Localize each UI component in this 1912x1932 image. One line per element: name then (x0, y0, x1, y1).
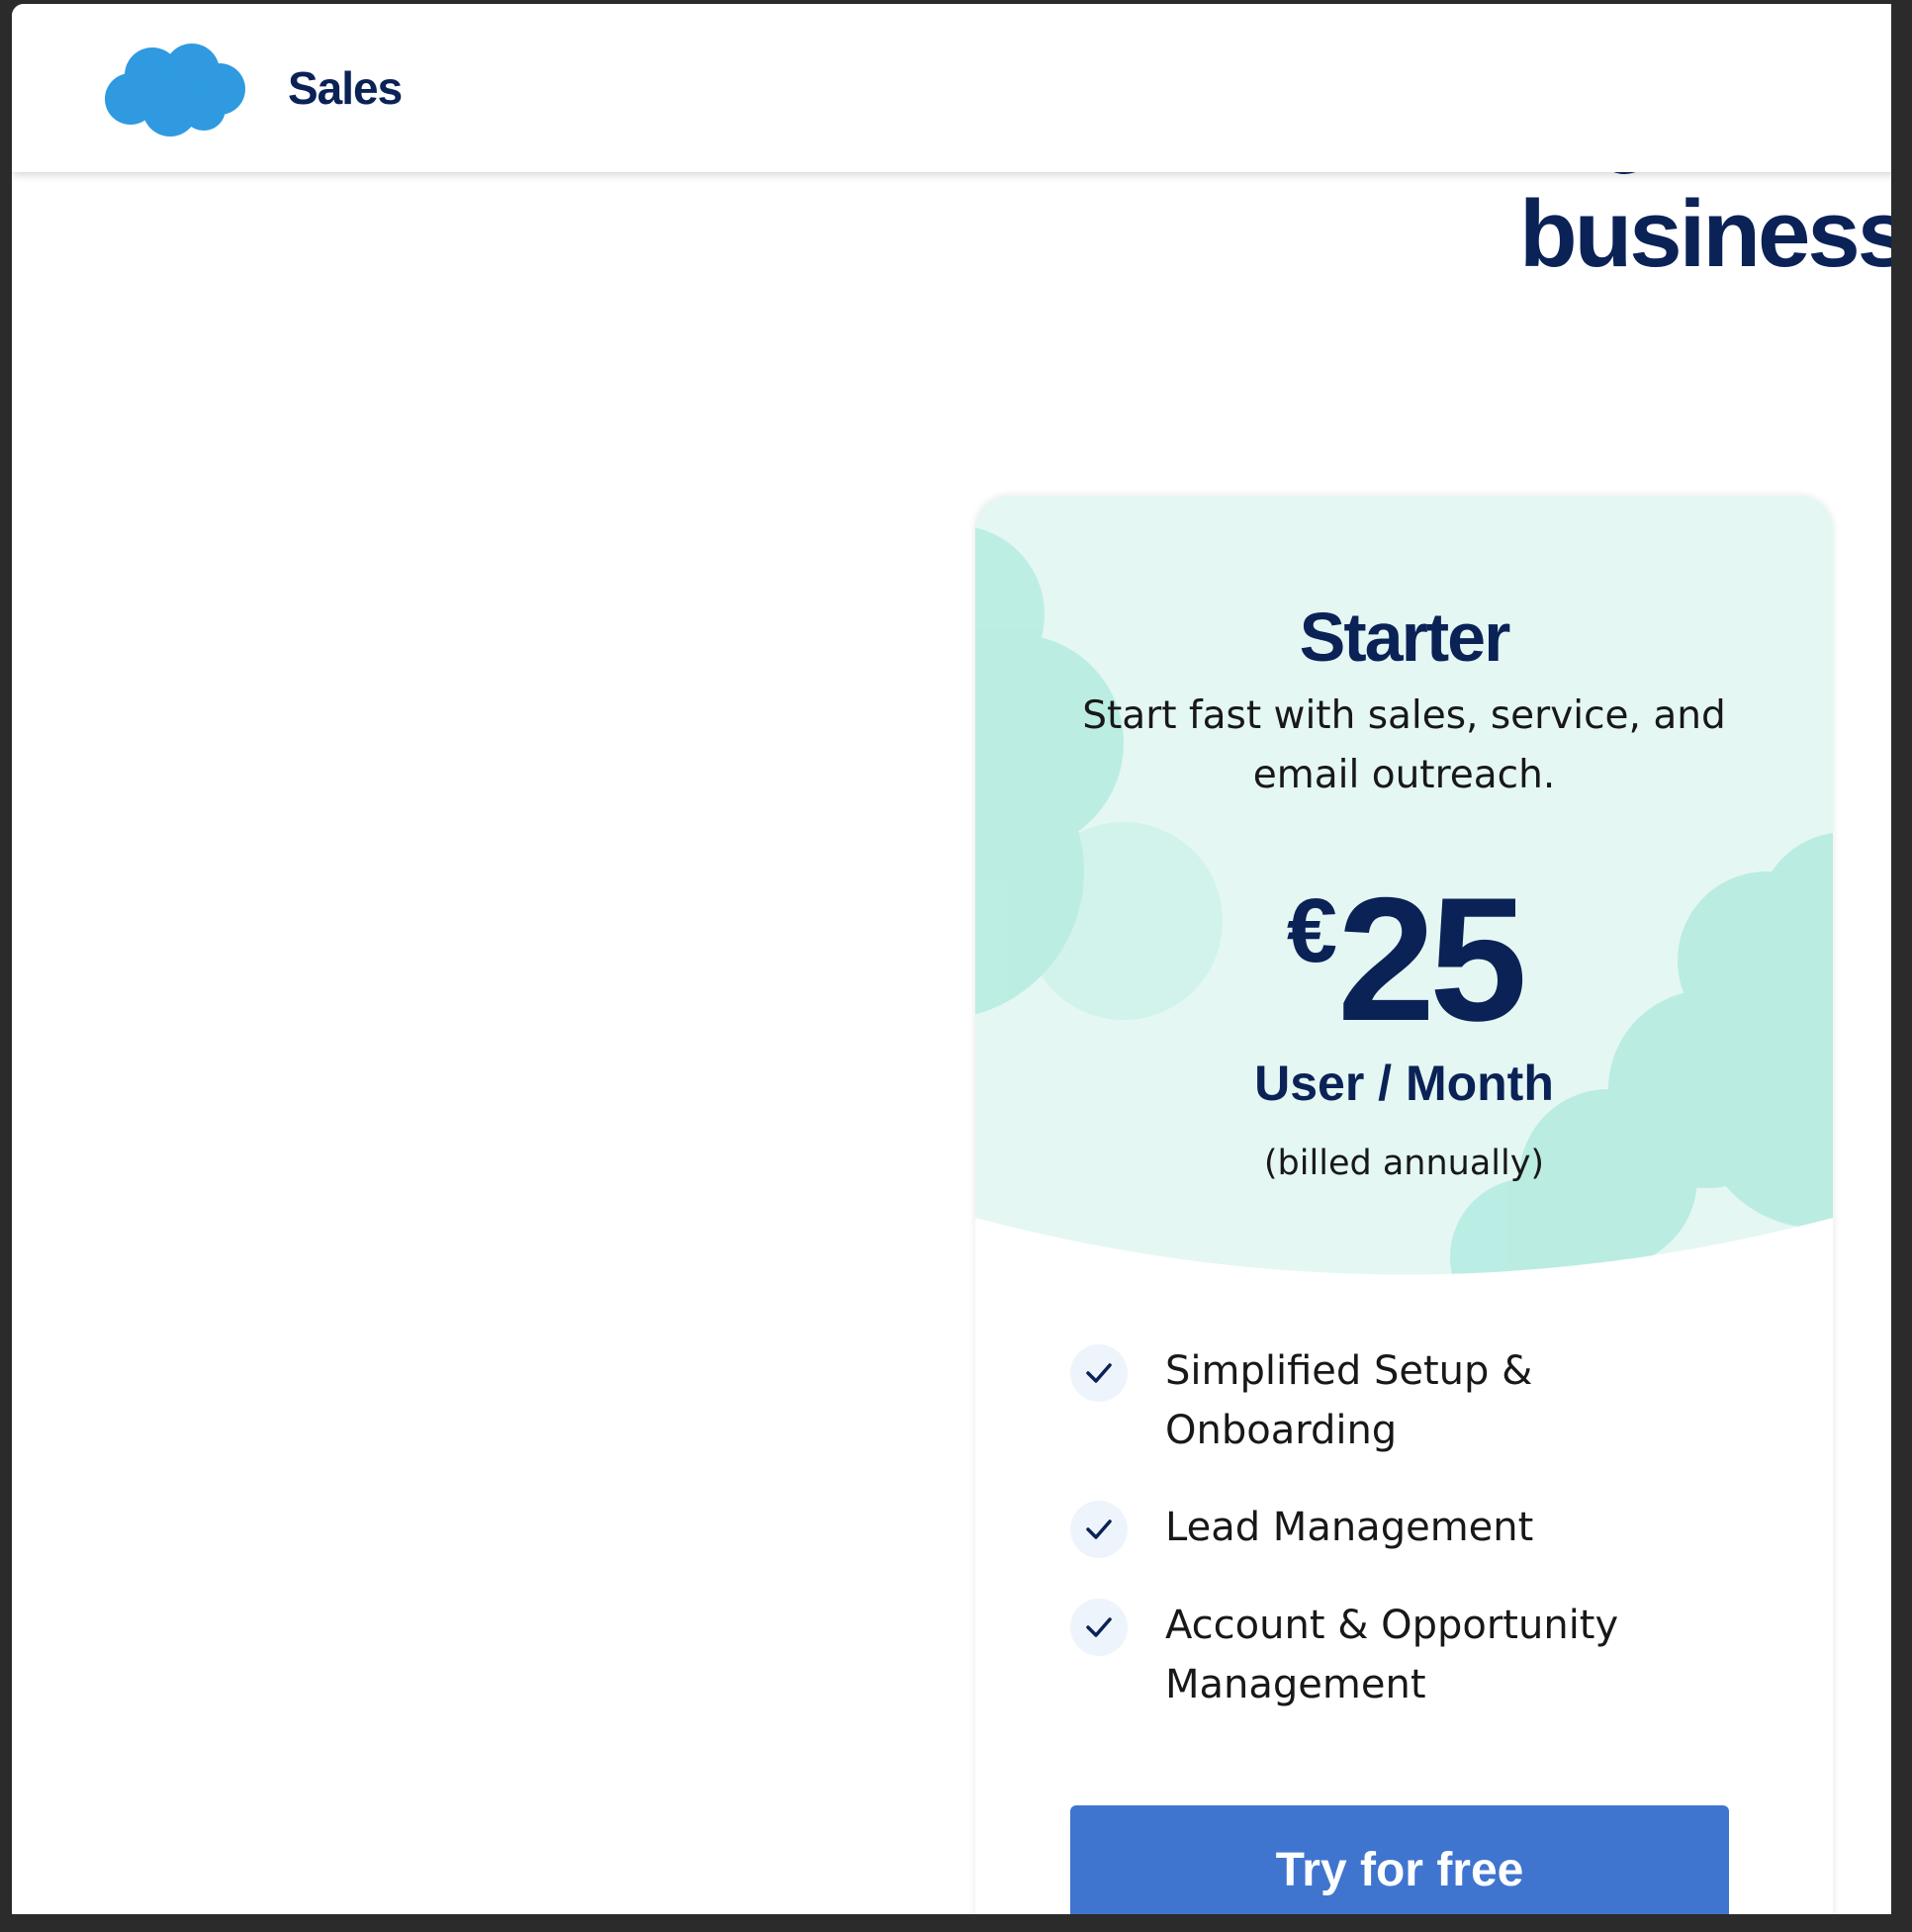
window-frame-edge (1891, 0, 1912, 1932)
billing-note: (billed annually) (1263, 1144, 1545, 1183)
feature-label: Simplified Setup & Onboarding (1165, 1348, 1533, 1453)
salesforce-cloud-logo-icon[interactable] (105, 40, 245, 138)
price-period: User / Month (1254, 1056, 1554, 1111)
feature-label: Account & Opportunity Management (1165, 1603, 1619, 1707)
list-item: Simplified Setup & Onboarding (1070, 1341, 1763, 1460)
feature-label: Lead Management (1165, 1505, 1534, 1550)
site-header: Sales (12, 4, 1912, 172)
pricing-card-starter: Starter Start fast with sales, service, … (975, 496, 1833, 1914)
brand-name[interactable]: Sales (288, 61, 403, 115)
plan-description: Start fast with sales, service, and emai… (1082, 693, 1726, 797)
check-icon (1070, 1344, 1128, 1402)
check-icon (1070, 1501, 1128, 1558)
hero-heading: business (1519, 181, 1910, 287)
price-amount: 25 (1337, 861, 1527, 1058)
check-icon (1070, 1599, 1128, 1656)
price-currency: € (1286, 880, 1338, 981)
try-for-free-button[interactable]: Try for free (1070, 1805, 1729, 1914)
browser-viewport: Sales business Starter Start fast with s… (12, 4, 1912, 1914)
list-item: Account & Opportunity Management (1070, 1596, 1763, 1714)
feature-list: Simplified Setup & Onboarding Lead Manag… (1070, 1341, 1763, 1752)
plan-name: Starter (1299, 598, 1511, 676)
list-item: Lead Management (1070, 1498, 1763, 1558)
plan-price: €25 (975, 872, 1833, 1048)
